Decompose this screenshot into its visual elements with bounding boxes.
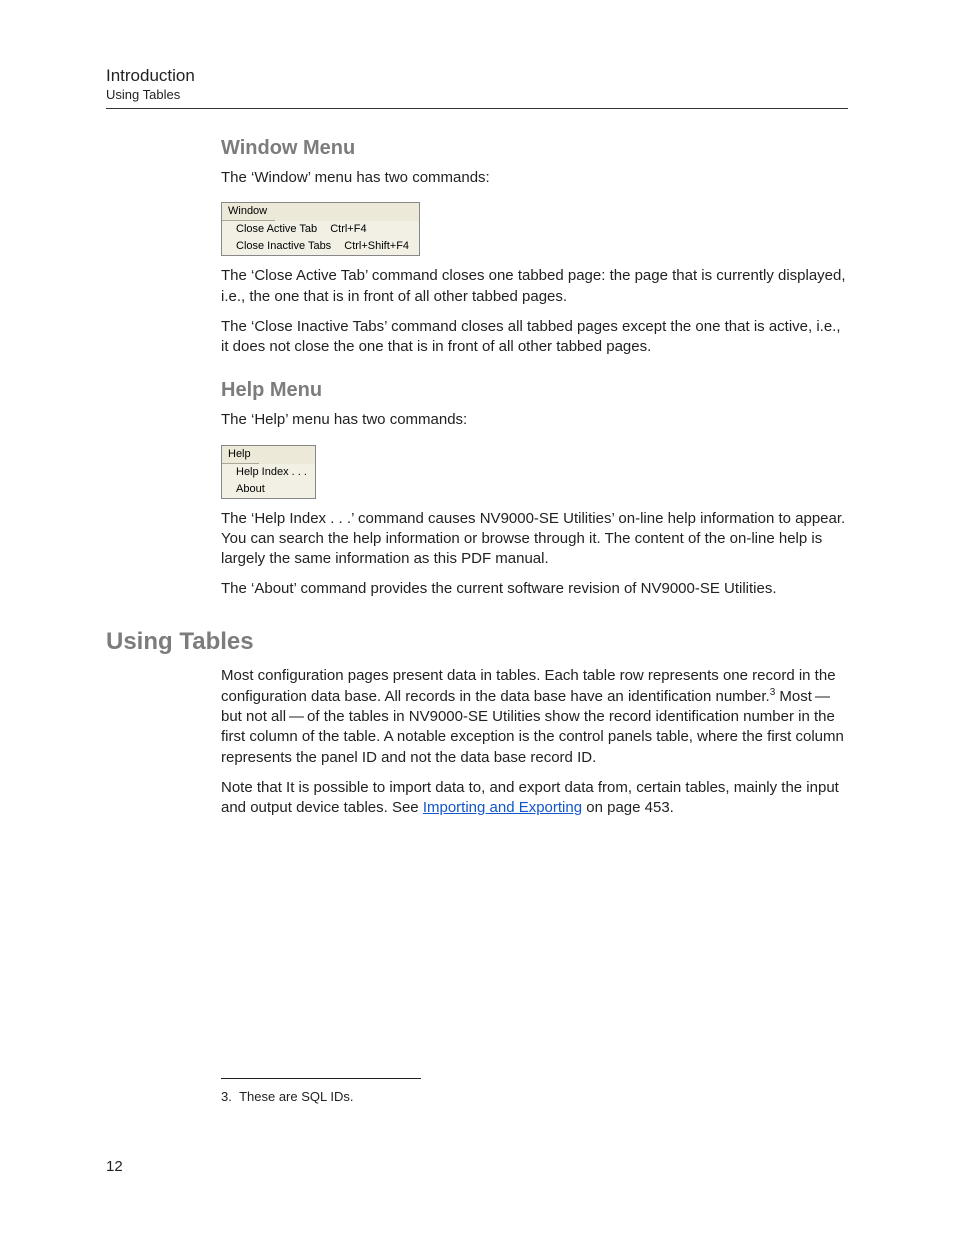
help-menu-title: Help bbox=[222, 446, 259, 464]
window-menu-intro: The ‘Window’ menu has two commands: bbox=[221, 168, 848, 188]
help-menu-para-1: The ‘Help Index . . .’ command causes NV… bbox=[221, 509, 848, 570]
menu-item-label: About bbox=[236, 484, 265, 495]
menu-item-label: Help Index . . . bbox=[236, 467, 307, 478]
menu-item-help-index: Help Index . . . bbox=[222, 464, 315, 481]
footnote-rule bbox=[221, 1078, 421, 1079]
using-tables-content: Most configuration pages present data in… bbox=[221, 666, 848, 819]
menu-item-close-active-tab: Close Active Tab Ctrl+F4 bbox=[222, 221, 419, 238]
link-importing-exporting[interactable]: Importing and Exporting bbox=[423, 799, 582, 816]
menu-item-about: About bbox=[222, 481, 315, 498]
footnote-text: These are SQL IDs. bbox=[239, 1089, 353, 1104]
heading-window-menu: Window Menu bbox=[221, 137, 848, 160]
para-text: Most configuration pages present data in… bbox=[221, 667, 836, 705]
para-text: on page 453. bbox=[582, 799, 674, 816]
window-menu-para-2: The ‘Close Inactive Tabs’ command closes… bbox=[221, 317, 848, 358]
content-column: Window Menu The ‘Window’ menu has two co… bbox=[221, 137, 848, 600]
window-menu-title: Window bbox=[222, 203, 275, 221]
page-number: 12 bbox=[106, 1158, 123, 1175]
menu-item-shortcut: Ctrl+Shift+F4 bbox=[344, 241, 409, 252]
header-section: Using Tables bbox=[106, 87, 848, 102]
help-menu-dropdown: Help Index . . . About bbox=[222, 464, 315, 498]
heading-using-tables: Using Tables bbox=[106, 628, 848, 656]
help-menu-para-2: The ‘About’ command provides the current… bbox=[221, 579, 848, 599]
help-menu-intro: The ‘Help’ menu has two commands: bbox=[221, 410, 848, 430]
window-menu-dropdown: Close Active Tab Ctrl+F4 Close Inactive … bbox=[222, 221, 419, 255]
using-tables-para-2: Note that It is possible to import data … bbox=[221, 778, 848, 819]
window-menu-para-1: The ‘Close Active Tab’ command closes on… bbox=[221, 266, 848, 307]
help-menu-screenshot: Help Help Index . . . About bbox=[221, 445, 316, 499]
menu-item-label: Close Active Tab bbox=[236, 224, 317, 235]
header-chapter: Introduction bbox=[106, 66, 848, 86]
menu-item-shortcut: Ctrl+F4 bbox=[330, 224, 366, 235]
document-page: Introduction Using Tables Window Menu Th… bbox=[0, 0, 954, 1235]
heading-help-menu: Help Menu bbox=[221, 379, 848, 402]
menu-item-close-inactive-tabs: Close Inactive Tabs Ctrl+Shift+F4 bbox=[222, 238, 419, 255]
footnote-marker: 3. bbox=[221, 1089, 232, 1104]
page-header: Introduction Using Tables bbox=[106, 66, 848, 109]
footnote: 3. These are SQL IDs. bbox=[221, 1089, 848, 1104]
window-menu-screenshot: Window Close Active Tab Ctrl+F4 Close In… bbox=[221, 202, 420, 256]
using-tables-para-1: Most configuration pages present data in… bbox=[221, 666, 848, 768]
menu-item-label: Close Inactive Tabs bbox=[236, 241, 331, 252]
